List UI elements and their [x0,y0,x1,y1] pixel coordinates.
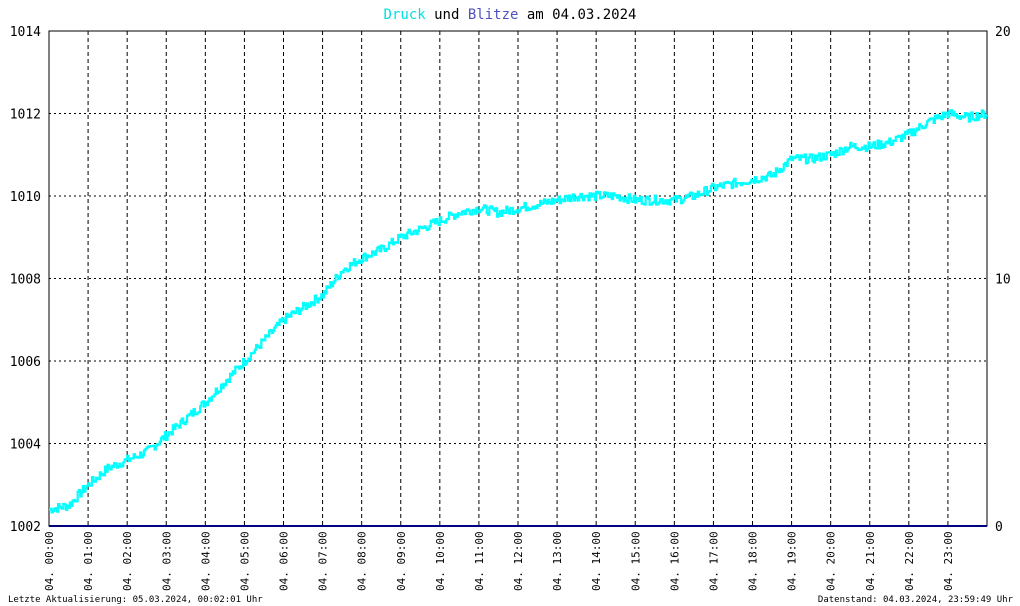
x-tick-label: 04. 07:00 [317,531,330,591]
title-date: am 04.03.2024 [518,7,636,23]
y-left-tick-label: 1006 [10,355,41,370]
x-tick-label: 04. 00:00 [43,531,56,591]
x-tick-label: 04. 21:00 [864,531,877,591]
title-druck: Druck [384,7,427,23]
pressure-lightning-chart: Druck und Blitze am 04.03.2024 100210041… [8,7,1014,605]
grid-lines [49,31,987,526]
y-axis-right: 0 10 20 [995,25,1011,535]
x-tick-label: 04. 23:00 [942,531,955,591]
y-left-tick-label: 1010 [10,190,41,205]
x-tick-label: 04. 15:00 [629,531,642,591]
chart-title: Druck und Blitze am 04.03.2024 [384,7,637,23]
footer-last-update: Letzte Aktualisierung: 05.03.2024, 00:02… [8,595,263,605]
x-tick-label: 04. 06:00 [278,531,291,591]
x-tick-label: 04. 08:00 [356,531,369,591]
y-axis-left: 1002 1004 1006 1008 1010 1012 1014 [10,25,41,535]
x-axis: 04. 00:00 04. 01:00 04. 02:00 04. 03:00 04. … [43,531,955,591]
x-tick-label: 04. 16:00 [668,531,681,591]
footer-data-state: Datenstand: 04.03.2024, 23:59:49 Uhr [818,595,1014,605]
title-blitze: Blitze [468,7,519,23]
y-left-tick-label: 1014 [10,25,41,40]
x-tick-label: 04. 03:00 [160,531,173,591]
x-tick-label: 04. 17:00 [707,531,720,591]
x-tick-label: 04. 19:00 [786,531,799,591]
y-right-tick-label: 0 [995,520,1003,535]
x-tick-label: 04. 10:00 [434,531,447,591]
y-right-tick-label: 20 [995,25,1011,40]
x-tick-label: 04. 05:00 [238,531,251,591]
y-left-tick-label: 1002 [10,520,41,535]
x-tick-label: 04. 02:00 [121,531,134,591]
y-right-tick-label: 10 [995,273,1011,288]
y-left-tick-label: 1008 [10,273,41,288]
y-left-tick-label: 1004 [10,438,41,453]
x-tick-label: 04. 04:00 [199,531,212,591]
x-tick-label: 04. 11:00 [473,531,486,591]
x-tick-label: 04. 09:00 [395,531,408,591]
x-tick-label: 04. 12:00 [512,531,525,591]
x-tick-label: 04. 14:00 [590,531,603,591]
x-tick-label: 04. 18:00 [747,531,760,591]
x-tick-label: 04. 22:00 [903,531,916,591]
x-tick-label: 04. 20:00 [825,531,838,591]
x-tick-label: 04. 01:00 [82,531,95,591]
title-und: und [426,7,468,23]
y-left-tick-label: 1012 [10,108,41,123]
x-tick-label: 04. 13:00 [551,531,564,591]
